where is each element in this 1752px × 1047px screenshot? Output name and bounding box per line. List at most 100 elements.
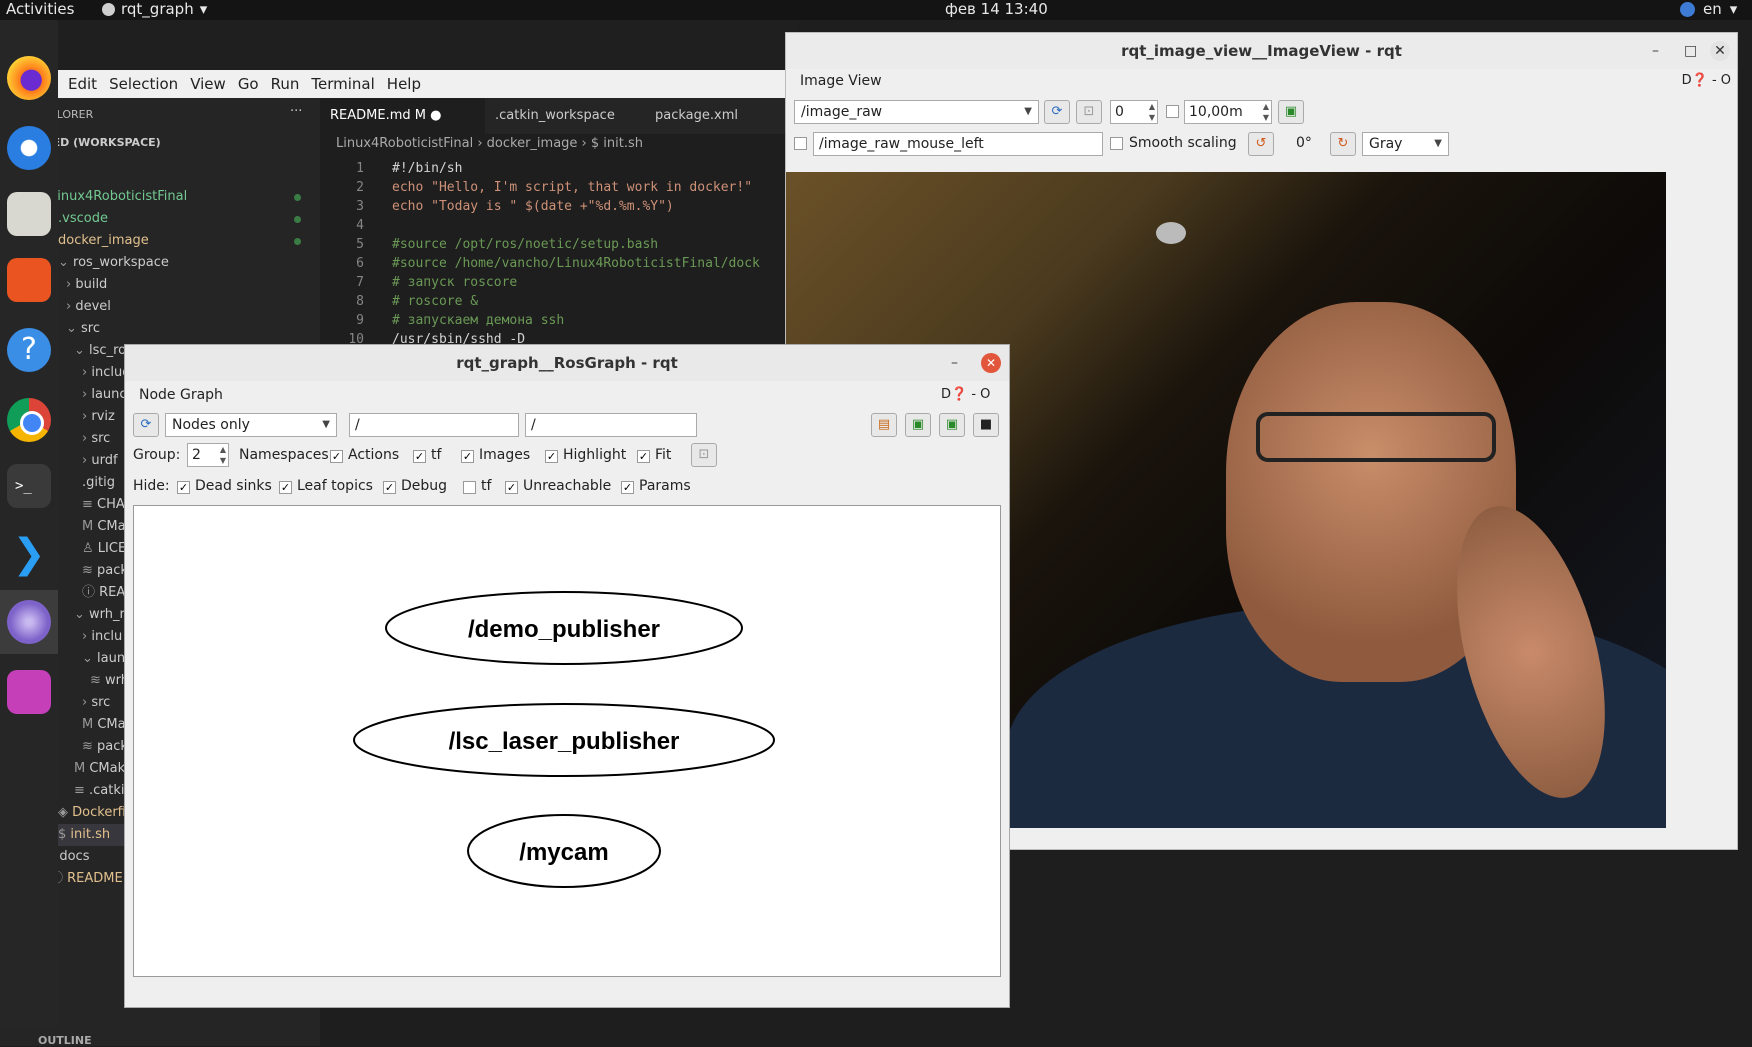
dynamic-range-checkbox[interactable] — [1166, 105, 1179, 118]
option-checkbox[interactable]: ✓ — [637, 450, 650, 463]
tree-item[interactable]: docker_image — [58, 230, 149, 252]
graph-mode-select[interactable]: Nodes only ▼ — [165, 413, 337, 437]
code-editor[interactable]: README.md M ● .catkin_workspace package.… — [320, 98, 798, 368]
menu-selection[interactable]: Selection — [109, 75, 178, 93]
menu-edit[interactable]: Edit — [68, 75, 97, 93]
save-image-button[interactable]: ▣ — [1278, 100, 1304, 124]
rotate-left-button[interactable]: ↺ — [1248, 132, 1274, 156]
tree-item[interactable]: ◈ Dockerfil — [58, 802, 129, 824]
tree-item[interactable]: Linux4RoboticistFinal — [50, 186, 187, 208]
tree-item[interactable]: › launc — [82, 384, 127, 406]
rqt-icon[interactable] — [7, 600, 51, 644]
tab-package-xml[interactable]: package.xml — [645, 98, 798, 134]
max-range-spinbox[interactable]: 10,00m ▲ ▼ — [1184, 100, 1272, 124]
minimize-button[interactable]: – — [951, 345, 958, 381]
option-checkbox[interactable]: ✓ — [413, 450, 426, 463]
tree-item[interactable]: › devel — [66, 296, 111, 318]
save-svg-button[interactable]: ▣ — [939, 413, 965, 437]
spin-arrows-icon[interactable]: ▲ ▼ — [1149, 101, 1155, 123]
tree-item[interactable]: .vscode — [58, 208, 108, 230]
spin-arrows-icon[interactable]: ▲ ▼ — [1263, 101, 1269, 123]
tree-item[interactable]: ⌄ src — [66, 318, 100, 340]
files-icon[interactable] — [7, 192, 51, 236]
keyboard-layout[interactable]: en — [1703, 0, 1722, 18]
color-scheme-select[interactable]: Gray ▼ — [1362, 132, 1449, 156]
option-checkbox[interactable]: ✓ — [505, 481, 518, 494]
option-checkbox[interactable]: ✓ — [461, 450, 474, 463]
menu-view[interactable]: View — [190, 75, 226, 93]
option-checkbox[interactable]: ✓ — [330, 450, 343, 463]
mouse-publish-checkbox[interactable] — [794, 137, 807, 150]
node-lsc-laser-publisher[interactable]: /lsc_laser_publisher — [353, 703, 775, 777]
graph-svg[interactable]: /demo_publisher /lsc_laser_publisher /my… — [134, 506, 1000, 976]
code-line[interactable]: 1 #!/bin/sh — [320, 159, 462, 178]
outline-section[interactable]: OUTLINE — [38, 1034, 92, 1047]
rotate-right-button[interactable]: ↻ — [1330, 132, 1356, 156]
tree-item[interactable]: ⌄ ros_workspace — [58, 252, 169, 274]
code-line[interactable]: 8 # roscore & — [320, 292, 478, 311]
firefox-icon[interactable] — [7, 56, 51, 100]
topic-filter-input[interactable]: / — [525, 413, 697, 437]
graph-canvas[interactable]: /demo_publisher /lsc_laser_publisher /my… — [133, 505, 1001, 977]
zoom-1-button[interactable]: ⊡ — [1076, 100, 1102, 124]
image-viewer-icon[interactable] — [7, 670, 51, 714]
minimize-button[interactable]: – — [1652, 33, 1659, 69]
code-line[interactable]: 5 #source /opt/ros/noetic/setup.bash — [320, 235, 658, 254]
menu-run[interactable]: Run — [271, 75, 300, 93]
network-icon[interactable] — [1680, 1, 1695, 17]
tree-item[interactable]: › inclu — [82, 626, 122, 648]
group-spinbox[interactable]: 2 ▲ ▼ — [187, 443, 229, 467]
app-menu[interactable]: rqt_graph ▾ — [102, 0, 207, 18]
refresh-button[interactable]: ⟳ — [133, 413, 159, 437]
close-button[interactable]: ✕ — [1710, 41, 1730, 61]
system-tray[interactable]: en ▾ — [1680, 0, 1737, 18]
thunderbird-icon[interactable] — [7, 126, 51, 170]
code-line[interactable]: 7 # запуск roscore — [320, 273, 517, 292]
chrome-icon[interactable] — [7, 398, 51, 442]
option-checkbox[interactable]: ✓ — [177, 481, 190, 494]
node-demo-publisher[interactable]: /demo_publisher — [385, 591, 743, 665]
breadcrumb[interactable]: Linux4RoboticistFinal › docker_image › $… — [336, 136, 643, 151]
vscode-icon[interactable]: ❯ — [7, 532, 51, 576]
tree-item[interactable]: › src — [82, 692, 110, 714]
plugin-dock-controls[interactable]: D❓ - O — [1682, 73, 1731, 88]
topic-select[interactable]: /image_raw ▼ — [794, 100, 1039, 124]
code-line[interactable]: 9 # запускаем демона ssh — [320, 311, 564, 330]
tree-item[interactable]: .gitig — [82, 472, 115, 494]
node-filter-input[interactable]: / — [349, 413, 519, 437]
zoom-spinbox[interactable]: 0 ▲ ▼ — [1110, 100, 1158, 124]
load-dot-button[interactable]: ▤ — [871, 413, 897, 437]
terminal-icon[interactable]: >_ — [7, 464, 51, 508]
window-title[interactable]: rqt_image_view__ImageView - rqt — [786, 33, 1737, 69]
code-line[interactable]: 4 — [320, 216, 392, 235]
tree-item[interactable]: › src — [82, 428, 110, 450]
tab-catkin-workspace[interactable]: .catkin_workspace — [485, 98, 645, 134]
option-checkbox[interactable]: ✓ — [383, 481, 396, 494]
clock[interactable]: фев 14 13:40 — [945, 0, 1048, 18]
option-checkbox[interactable]: ✓ — [621, 481, 634, 494]
close-button[interactable]: ✕ — [981, 353, 1001, 373]
activities-button[interactable]: Activities — [6, 0, 74, 18]
tree-item[interactable]: › urdf — [82, 450, 118, 472]
smooth-scaling-checkbox[interactable] — [1110, 137, 1123, 150]
more-actions-button[interactable]: ··· — [290, 104, 302, 119]
save-image-button[interactable]: ■ — [973, 413, 999, 437]
tree-item[interactable]: › rviz — [82, 406, 115, 428]
spin-arrows-icon[interactable]: ▲ ▼ — [220, 444, 226, 466]
code-line[interactable]: 3 echo "Today is " $(date +"%d.%m.%Y") — [320, 197, 674, 216]
maximize-button[interactable]: □ — [1684, 33, 1697, 69]
save-dot-button[interactable]: ▣ — [905, 413, 931, 437]
window-title[interactable]: rqt_graph__RosGraph - rqt — [125, 345, 1009, 381]
help-icon[interactable]: ? — [7, 328, 51, 372]
option-checkbox[interactable] — [463, 481, 476, 494]
tab-readme[interactable]: README.md M ● — [320, 98, 485, 134]
mouse-topic-input[interactable]: /image_raw_mouse_left — [813, 132, 1103, 156]
code-line[interactable]: 2 echo "Hello, I'm script, that work in d… — [320, 178, 752, 197]
menu-go[interactable]: Go — [238, 75, 259, 93]
software-store-icon[interactable] — [7, 258, 51, 302]
refresh-button[interactable]: ⟳ — [1044, 100, 1070, 124]
fit-in-view-button[interactable]: ⊡ — [691, 443, 717, 467]
menu-help[interactable]: Help — [387, 75, 421, 93]
option-checkbox[interactable]: ✓ — [279, 481, 292, 494]
node-mycam[interactable]: /mycam — [467, 814, 661, 888]
